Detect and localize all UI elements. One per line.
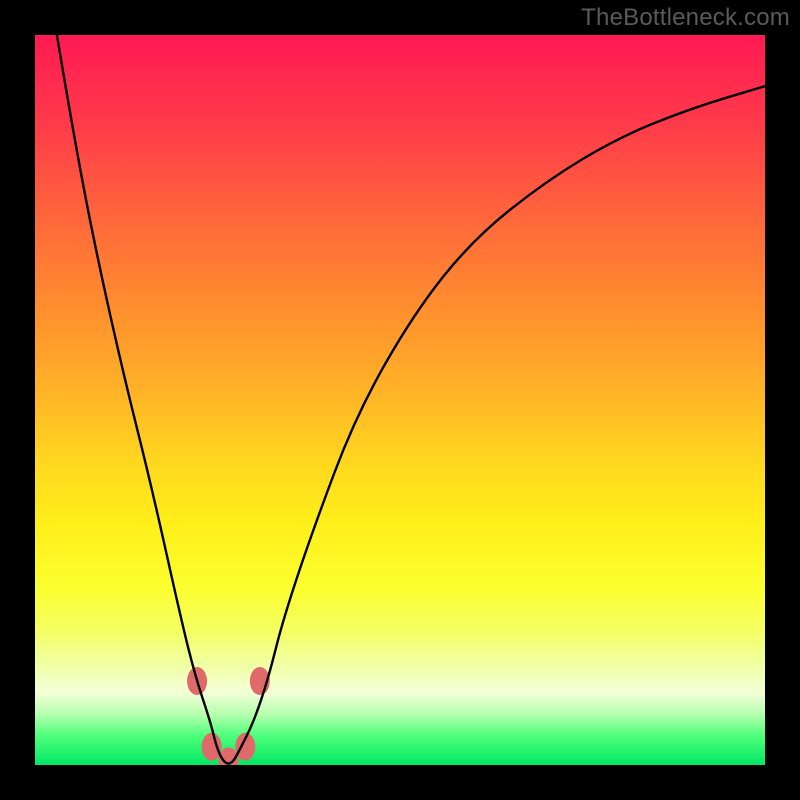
plot-area [35, 35, 765, 765]
curve-layer [35, 35, 765, 765]
chart-frame: TheBottleneck.com [0, 0, 800, 800]
watermark-text: TheBottleneck.com [581, 4, 790, 32]
curve-marker [202, 733, 222, 761]
bottleneck-curve [57, 35, 765, 764]
markers-group [187, 667, 270, 765]
